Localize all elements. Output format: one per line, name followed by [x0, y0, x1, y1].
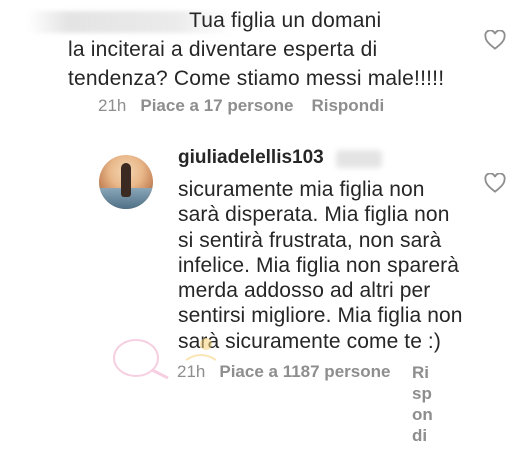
redacted-username-suffix [336, 150, 382, 168]
comment-line: merda addosso ad altri per [178, 279, 431, 303]
comment-line: tendenza? Come stiamo messi male!!!!! [68, 67, 445, 90]
comment-timestamp: 21h [177, 362, 206, 381]
comment-line: sentirsi migliore. Mia figlia non [178, 304, 463, 328]
reply-fragment: Ri [412, 363, 429, 382]
reply-fragment: on [412, 405, 433, 424]
reply-fragment: sp [412, 384, 432, 403]
comment-line: la inciterai a diventare esperta di [68, 38, 378, 61]
comment-username[interactable]: giuliadelellis103 [178, 147, 324, 169]
comment-line: Tua figlia un domani [189, 9, 382, 32]
comment-line: si sentirà frustrata, non sarà [178, 228, 442, 252]
comment-line: infelice. Mia figlia non sparerà [178, 253, 460, 277]
likes-count-link[interactable]: Piace a 17 persone [140, 96, 293, 115]
comment-timestamp: 21h [98, 96, 127, 115]
reply-button[interactable]: Rispondi [311, 96, 384, 115]
comment-2: giuliadelellis103 sicuramente mia figlia… [0, 140, 523, 473]
heart-outline-icon[interactable] [484, 173, 506, 193]
comment-meta: 21h Piace a 17 persone Rispondi [98, 96, 384, 116]
avatar[interactable] [99, 155, 153, 209]
reply-button[interactable]: Ri sp on di [412, 362, 433, 446]
reply-fragment: di [412, 426, 428, 445]
comment-line: sicuramente mia figlia non [178, 178, 425, 201]
comment-text: Tua figlia un domani la inciterai a diven… [68, 6, 488, 93]
comment-1: Tua figlia un domani la inciterai a diven… [0, 0, 523, 130]
comment-meta: 21h Piace a 1187 persone [177, 362, 408, 382]
comment-text: sicuramente mia figlia non sarà disperat… [178, 177, 478, 354]
likes-count-link[interactable]: Piace a 1187 persone [219, 362, 390, 381]
heart-outline-icon[interactable] [484, 30, 506, 50]
comment-line: sarà disperata. Mia figlia non [178, 203, 450, 227]
